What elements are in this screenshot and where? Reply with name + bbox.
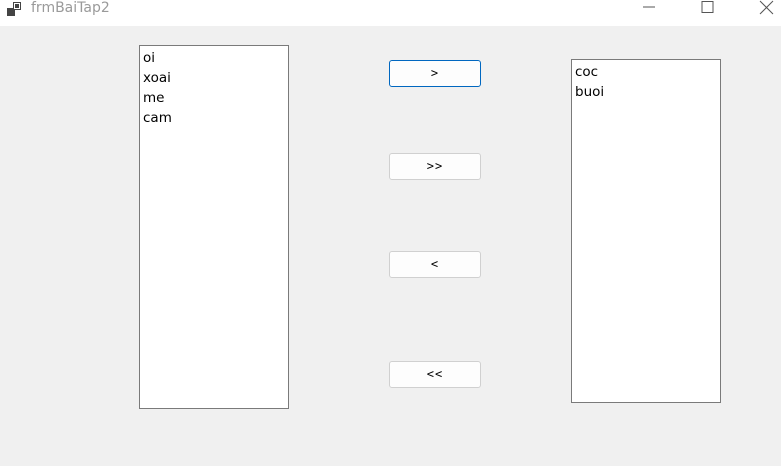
close-button[interactable]: [743, 0, 781, 16]
left-listbox[interactable]: oi xoai me cam: [139, 45, 289, 409]
list-item[interactable]: coc: [575, 62, 717, 82]
list-item[interactable]: xoai: [143, 68, 285, 88]
move-one-left-button[interactable]: <: [389, 251, 481, 278]
app-window-icon: [7, 1, 23, 16]
list-item[interactable]: cam: [143, 108, 285, 128]
maximize-button[interactable]: [684, 0, 730, 16]
minimize-button[interactable]: [626, 0, 672, 16]
move-all-left-button[interactable]: <<: [389, 361, 481, 388]
move-one-right-button[interactable]: >: [389, 60, 481, 87]
list-item[interactable]: me: [143, 88, 285, 108]
move-all-right-button[interactable]: >>: [389, 153, 481, 180]
window-title: frmBaiTap2: [31, 0, 110, 16]
form-client-area: oi xoai me cam > >> < << coc buoi: [0, 26, 781, 466]
title-bar[interactable]: frmBaiTap2: [0, 0, 781, 26]
right-listbox[interactable]: coc buoi: [571, 59, 721, 403]
list-item[interactable]: buoi: [575, 82, 717, 102]
list-item[interactable]: oi: [143, 48, 285, 68]
